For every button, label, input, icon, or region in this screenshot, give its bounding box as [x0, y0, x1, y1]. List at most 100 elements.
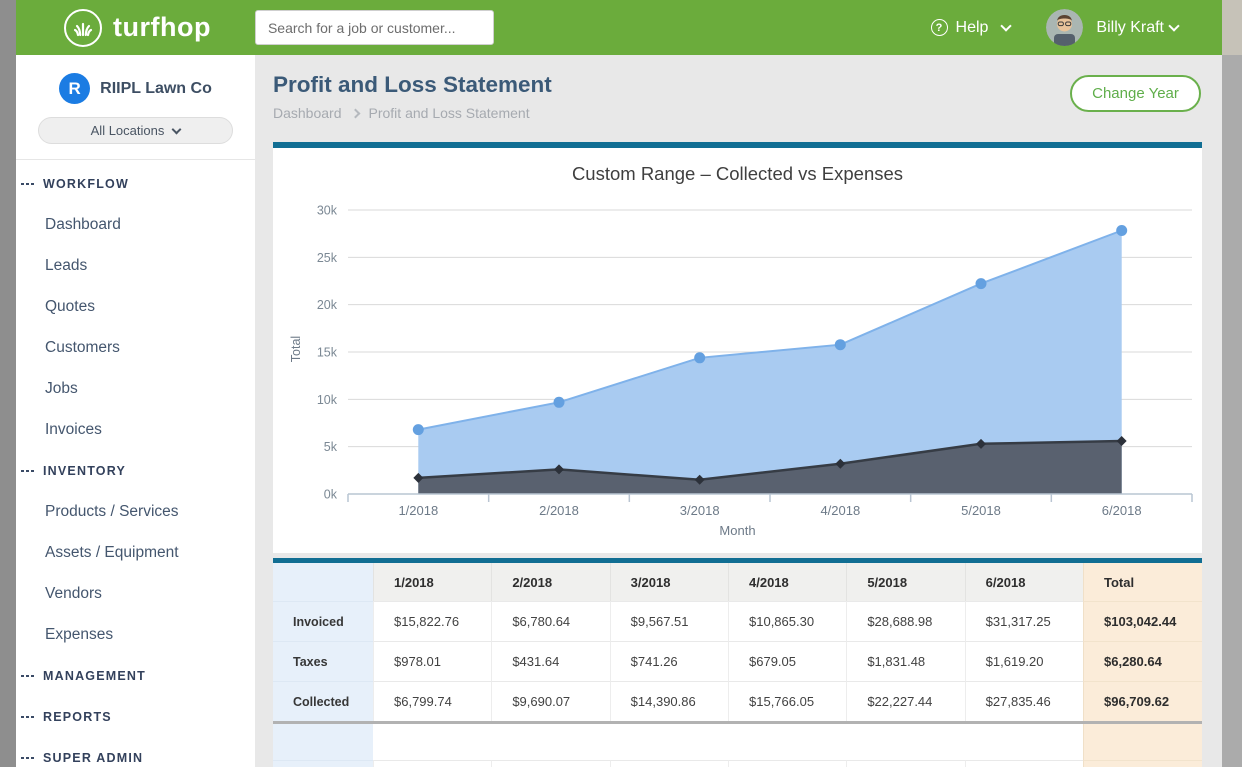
y-axis-tick-label: 20k — [317, 298, 338, 312]
cell-value: $31,317.25 — [965, 601, 1083, 641]
user-avatar[interactable] — [1046, 9, 1083, 46]
y-axis-tick-label: 15k — [317, 346, 338, 360]
sidebar-section-inventory[interactable]: INVENTORY — [16, 450, 255, 491]
cell-value: $27,835.46 — [965, 681, 1083, 721]
sidebar-section-workflow[interactable]: WORKFLOW — [16, 163, 255, 204]
cell-value: $28,688.98 — [846, 601, 964, 641]
cell-value: $431.64 — [491, 641, 609, 681]
sidebar-item-jobs[interactable]: Jobs — [16, 368, 255, 409]
sidebar-item-vendors[interactable]: Vendors — [16, 573, 255, 614]
sidebar-section-reports[interactable]: REPORTS — [16, 696, 255, 737]
cell-value: $741.26 — [610, 641, 728, 681]
cell-value: $9,690.07 — [491, 681, 609, 721]
spacer-middle — [373, 724, 1083, 760]
x-axis-tick-label: 1/2018 — [398, 503, 438, 518]
turfhop-logo[interactable]: turfhop — [64, 9, 211, 47]
sidebar-section-management[interactable]: MANAGEMENT — [16, 655, 255, 696]
chart-point-collected[interactable] — [554, 397, 565, 408]
change-year-button[interactable]: Change Year — [1070, 75, 1201, 112]
x-axis-tick-label: 5/2018 — [961, 503, 1001, 518]
table-corner-cell — [273, 563, 373, 601]
cell-total: $103,042.44 — [1083, 601, 1202, 641]
cell-value: $0.00 — [373, 760, 491, 767]
table-col-header: 4/2018 — [728, 563, 846, 601]
chart-point-collected[interactable] — [1116, 225, 1127, 236]
chart-card: Custom Range – Collected vs Expenses 0k5… — [273, 142, 1202, 553]
cell-value: $15,766.05 — [728, 681, 846, 721]
company-name: RIIPL Lawn Co — [100, 80, 212, 98]
cell-value: $1,831.48 — [846, 641, 964, 681]
cell-value: $558.68 — [728, 760, 846, 767]
brand-name: turfhop — [113, 12, 211, 43]
user-menu[interactable]: Billy Kraft — [1096, 19, 1178, 37]
x-axis-label: Month — [273, 523, 1202, 538]
table-col-header: 5/2018 — [846, 563, 964, 601]
sidebar-header: R RIIPL Lawn Co All Locations — [16, 55, 255, 160]
user-name: Billy Kraft — [1096, 19, 1164, 37]
sidebar-item-assets-equipment[interactable]: Assets / Equipment — [16, 532, 255, 573]
table-col-header: 2/2018 — [491, 563, 609, 601]
sidebar-item-quotes[interactable]: Quotes — [16, 286, 255, 327]
sidebar-item-leads[interactable]: Leads — [16, 245, 255, 286]
sidebar-item-customers[interactable]: Customers — [16, 327, 255, 368]
cell-value: $6,799.74 — [373, 681, 491, 721]
spacer-total — [1083, 724, 1202, 760]
breadcrumb-current: Profit and Loss Statement — [369, 105, 530, 121]
sidebar-item-products-services[interactable]: Products / Services — [16, 491, 255, 532]
chart-point-collected[interactable] — [976, 278, 987, 289]
chart-point-collected[interactable] — [835, 339, 846, 350]
chevron-down-icon — [1001, 20, 1012, 31]
y-axis-tick-label: 25k — [317, 251, 338, 265]
dashed-line-icon — [21, 675, 34, 677]
table-col-header-total: Total — [1083, 563, 1202, 601]
breadcrumb-dashboard[interactable]: Dashboard — [273, 105, 342, 121]
dashed-line-icon — [21, 757, 34, 759]
chevron-down-icon — [1168, 20, 1179, 31]
cell-total: $6,280.64 — [1083, 641, 1202, 681]
dashed-line-icon — [21, 470, 34, 472]
search-input[interactable] — [255, 10, 494, 45]
scrollbar-thumb[interactable] — [1222, 55, 1242, 767]
help-menu[interactable]: ? Help — [931, 19, 1011, 37]
cell-value: $842.55 — [491, 760, 609, 767]
breadcrumb: Dashboard Profit and Loss Statement — [273, 105, 530, 121]
company-badge-icon: R — [59, 73, 90, 104]
chart-point-collected[interactable] — [413, 424, 424, 435]
locations-dropdown[interactable]: All Locations — [38, 117, 233, 144]
row-label: Contract Labor — [273, 760, 373, 767]
y-axis-tick-label: 10k — [317, 393, 338, 407]
breadcrumb-separator-icon — [350, 108, 360, 118]
cell-total: $96,709.62 — [1083, 681, 1202, 721]
page-title: Profit and Loss Statement — [273, 72, 552, 98]
grass-logo-icon — [64, 9, 102, 47]
table-header-row: 1/20182/20183/20184/20185/20186/2018Tota… — [273, 563, 1202, 601]
chart-point-collected[interactable] — [694, 352, 705, 363]
top-navbar: turfhop ? Help Billy Kraft — [16, 0, 1222, 55]
sidebar-item-expenses[interactable]: Expenses — [16, 614, 255, 655]
row-label: Taxes — [273, 641, 373, 681]
sidebar: R RIIPL Lawn Co All Locations WORKFLOWDa… — [16, 55, 255, 767]
cell-value: $6,780.64 — [491, 601, 609, 641]
main-content: Profit and Loss Statement Dashboard Prof… — [255, 55, 1222, 767]
help-question-icon: ? — [931, 19, 948, 36]
section-label: MANAGEMENT — [43, 669, 146, 683]
company-selector[interactable]: R RIIPL Lawn Co — [16, 73, 255, 104]
table-row-contract-labor: Contract Labor$0.00$842.55$0.00$558.68$0… — [273, 760, 1202, 767]
cell-value: $1,619.20 — [965, 641, 1083, 681]
sidebar-item-dashboard[interactable]: Dashboard — [16, 204, 255, 245]
sidebar-item-invoices[interactable]: Invoices — [16, 409, 255, 450]
x-axis-tick-label: 6/2018 — [1102, 503, 1142, 518]
cell-value: $15,822.76 — [373, 601, 491, 641]
cell-value: $9,567.51 — [610, 601, 728, 641]
table-col-header: 6/2018 — [965, 563, 1083, 601]
cell-value: $679.05 — [728, 641, 846, 681]
y-axis-tick-label: 0k — [324, 488, 338, 502]
scrollbar-track[interactable] — [1222, 0, 1242, 767]
locations-label: All Locations — [91, 123, 165, 138]
cell-value: $0.00 — [965, 760, 1083, 767]
cell-value: $22,227.44 — [846, 681, 964, 721]
sidebar-section-super-admin[interactable]: SUPER ADMIN — [16, 737, 255, 767]
table-row-collected: Collected$6,799.74$9,690.07$14,390.86$15… — [273, 681, 1202, 721]
sidebar-nav: WORKFLOWDashboardLeadsQuotesCustomersJob… — [16, 163, 255, 767]
cell-value: $0.00 — [846, 760, 964, 767]
